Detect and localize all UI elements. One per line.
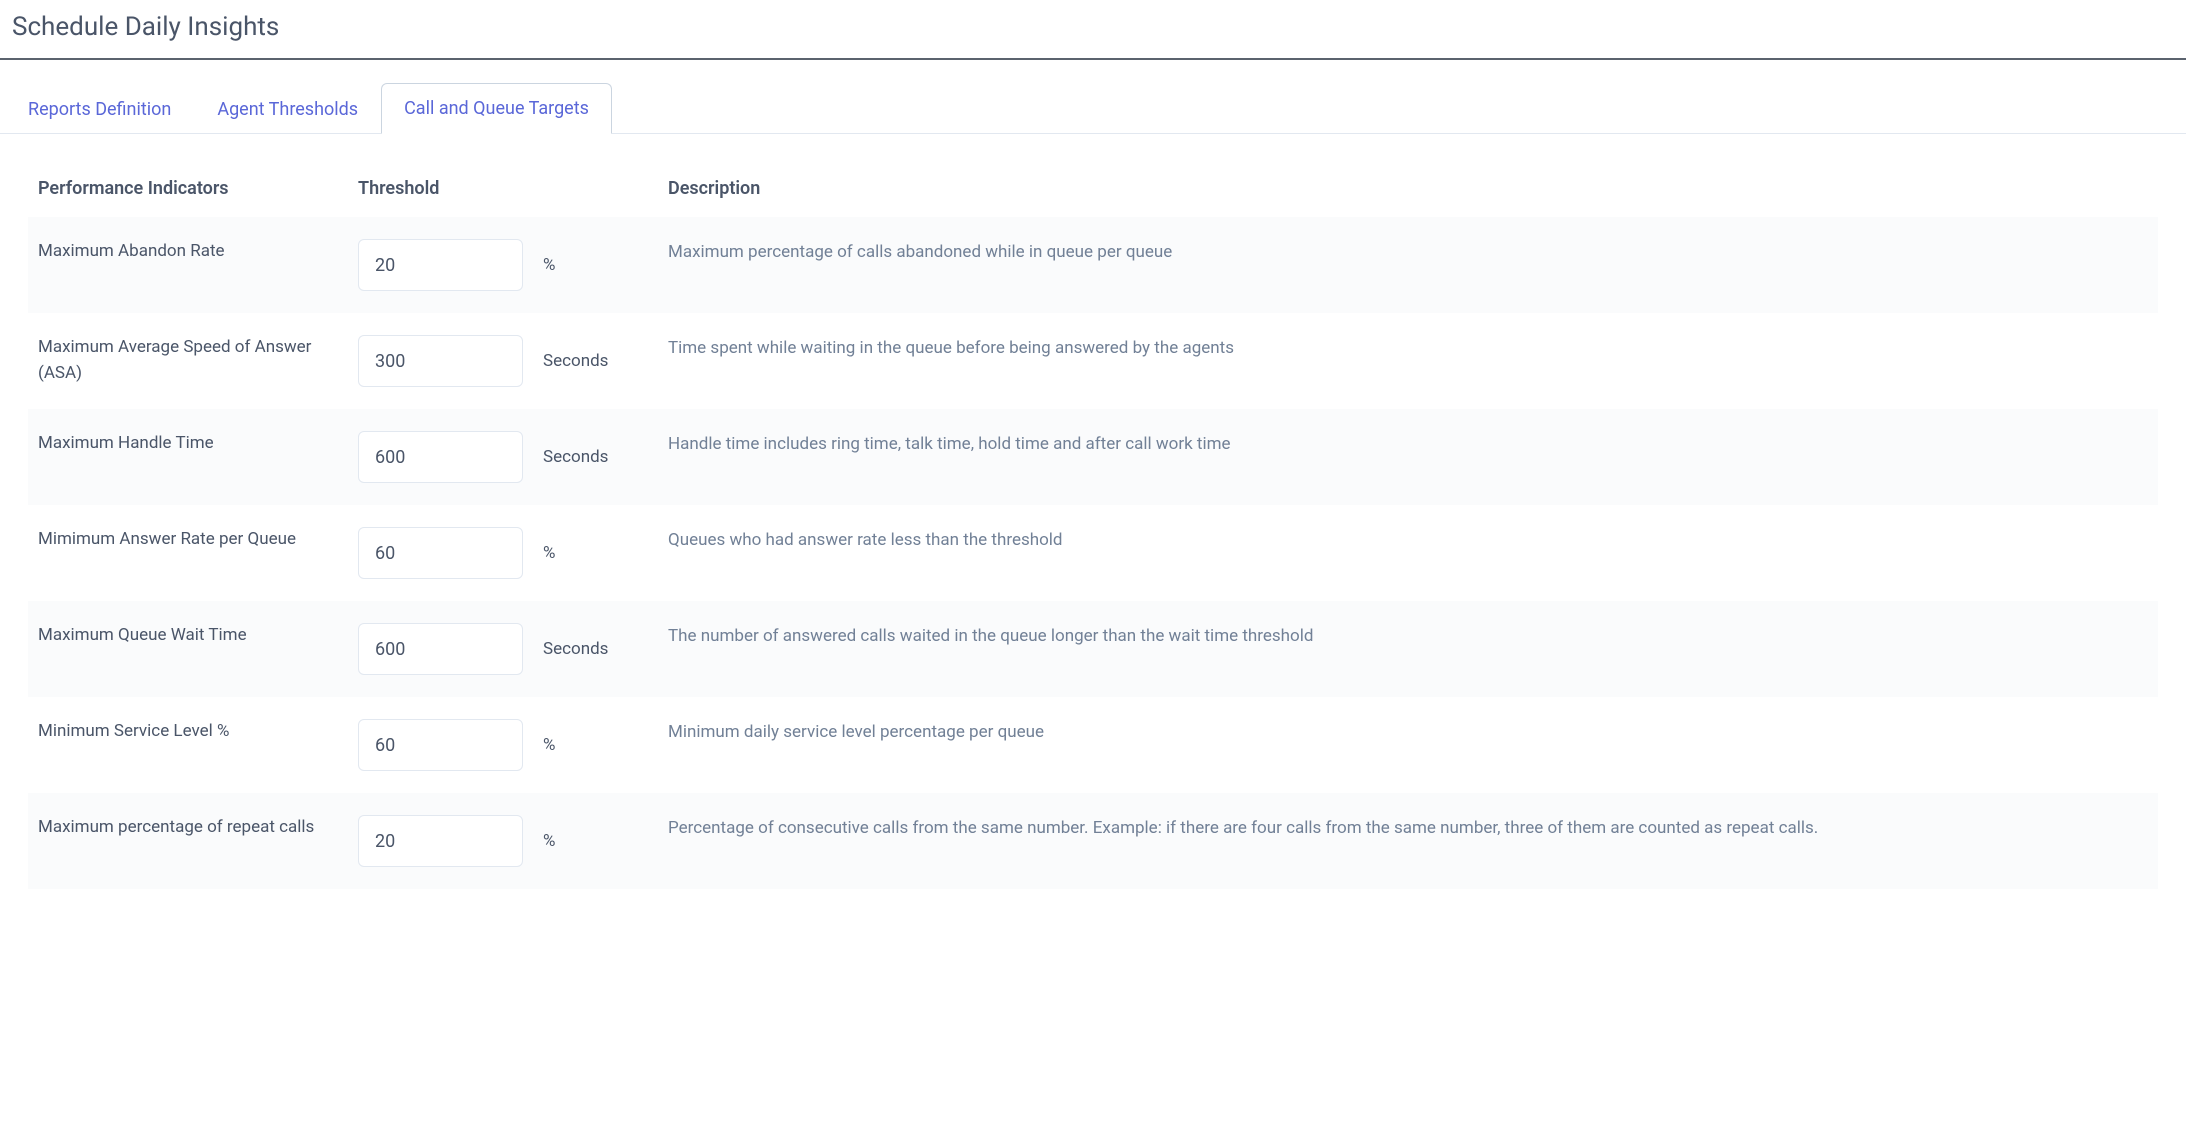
content-area: Performance Indicators Threshold Descrip…	[0, 134, 2186, 889]
threshold-unit: %	[543, 543, 555, 563]
description-text: Time spent while waiting in the queue be…	[668, 335, 2148, 362]
threshold-cell: Seconds	[358, 623, 668, 675]
threshold-unit: %	[543, 735, 555, 755]
threshold-cell: Seconds	[358, 335, 668, 387]
threshold-input-service-level[interactable]	[358, 719, 523, 771]
indicator-label: Maximum Handle Time	[38, 431, 358, 457]
threshold-input-wait-time[interactable]	[358, 623, 523, 675]
table-row: Maximum Abandon Rate % Maximum percentag…	[28, 217, 2158, 313]
description-text: Queues who had answer rate less than the…	[668, 527, 2148, 554]
targets-table: Performance Indicators Threshold Descrip…	[28, 160, 2158, 889]
header-threshold: Threshold	[358, 178, 668, 199]
threshold-input-asa[interactable]	[358, 335, 523, 387]
tabs-container: Reports Definition Agent Thresholds Call…	[0, 60, 2186, 134]
threshold-input-handle-time[interactable]	[358, 431, 523, 483]
description-text: Minimum daily service level percentage p…	[668, 719, 2148, 746]
indicator-label: Maximum Abandon Rate	[38, 239, 358, 265]
description-text: Handle time includes ring time, talk tim…	[668, 431, 2148, 458]
threshold-cell: %	[358, 527, 668, 579]
threshold-input-answer-rate[interactable]	[358, 527, 523, 579]
indicator-label: Maximum Queue Wait Time	[38, 623, 358, 649]
description-text: Maximum percentage of calls abandoned wh…	[668, 239, 2148, 266]
table-row: Maximum Average Speed of Answer (ASA) Se…	[28, 313, 2158, 409]
threshold-input-repeat-calls[interactable]	[358, 815, 523, 867]
table-row: Maximum Handle Time Seconds Handle time …	[28, 409, 2158, 505]
header-description: Description	[668, 178, 2148, 199]
threshold-unit: Seconds	[543, 447, 608, 467]
table-row: Maximum percentage of repeat calls % Per…	[28, 793, 2158, 889]
threshold-input-abandon-rate[interactable]	[358, 239, 523, 291]
indicator-label: Mimimum Answer Rate per Queue	[38, 527, 358, 553]
table-row: Minimum Service Level % % Minimum daily …	[28, 697, 2158, 793]
tab-reports-definition[interactable]: Reports Definition	[5, 84, 194, 134]
threshold-unit: %	[543, 831, 555, 851]
indicator-label: Maximum percentage of repeat calls	[38, 815, 358, 841]
threshold-cell: %	[358, 815, 668, 867]
tab-call-queue-targets[interactable]: Call and Queue Targets	[381, 83, 612, 134]
table-row: Mimimum Answer Rate per Queue % Queues w…	[28, 505, 2158, 601]
description-text: Percentage of consecutive calls from the…	[668, 815, 2148, 842]
header-indicator: Performance Indicators	[38, 178, 358, 199]
indicator-label: Maximum Average Speed of Answer (ASA)	[38, 335, 358, 386]
threshold-unit: Seconds	[543, 351, 608, 371]
threshold-cell: %	[358, 239, 668, 291]
page-title: Schedule Daily Insights	[0, 0, 2186, 58]
tab-agent-thresholds[interactable]: Agent Thresholds	[194, 84, 381, 134]
threshold-unit: %	[543, 255, 555, 275]
tabs: Reports Definition Agent Thresholds Call…	[5, 60, 2181, 133]
table-row: Maximum Queue Wait Time Seconds The numb…	[28, 601, 2158, 697]
table-header-row: Performance Indicators Threshold Descrip…	[28, 160, 2158, 217]
threshold-unit: Seconds	[543, 639, 608, 659]
threshold-cell: %	[358, 719, 668, 771]
description-text: The number of answered calls waited in t…	[668, 623, 2148, 650]
threshold-cell: Seconds	[358, 431, 668, 483]
indicator-label: Minimum Service Level %	[38, 719, 358, 745]
